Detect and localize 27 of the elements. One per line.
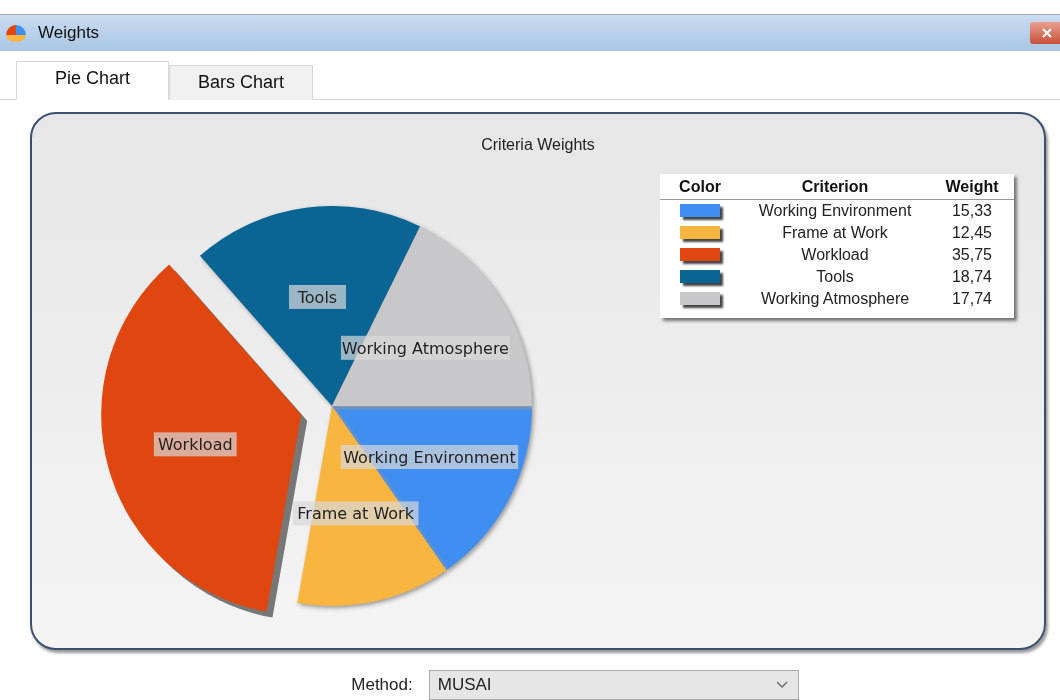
close-button[interactable] (1030, 21, 1060, 44)
slice-label: Working Atmosphere (340, 335, 510, 360)
close-icon (1042, 27, 1052, 38)
column-header: Weight (944, 177, 1000, 196)
criterion-name: Workload (800, 244, 870, 265)
criterion-name: Working Environment (757, 200, 913, 221)
slice-label: Tools (296, 287, 338, 307)
method-label: Method: (351, 675, 413, 695)
weight-value: 35,75 (950, 244, 993, 265)
criterion-name: Frame at Work (781, 222, 889, 243)
column-header: Criterion (800, 177, 870, 196)
weight-value: 12,45 (950, 222, 993, 243)
column-header: Color (678, 177, 722, 196)
chart-title: Criteria Weights (481, 135, 595, 153)
weight-value: 15,33 (950, 200, 993, 221)
slice-label: Working Environment (340, 444, 519, 469)
slice-label: Frame at Work (297, 504, 415, 524)
tab[interactable]: Bars Chart (169, 64, 314, 100)
window-title: Weights (38, 22, 101, 43)
tab[interactable]: Pie Chart (16, 60, 170, 100)
weight-value: 18,74 (950, 266, 993, 287)
criterion-name: Working Atmosphere (759, 288, 911, 309)
weight-value: 17,74 (950, 288, 993, 309)
slice-label: Frame at Work (292, 501, 419, 526)
chevron-down-icon (775, 681, 788, 689)
criterion-name: Tools (815, 266, 855, 287)
method-dropdown[interactable]: MUSAI (428, 670, 799, 700)
